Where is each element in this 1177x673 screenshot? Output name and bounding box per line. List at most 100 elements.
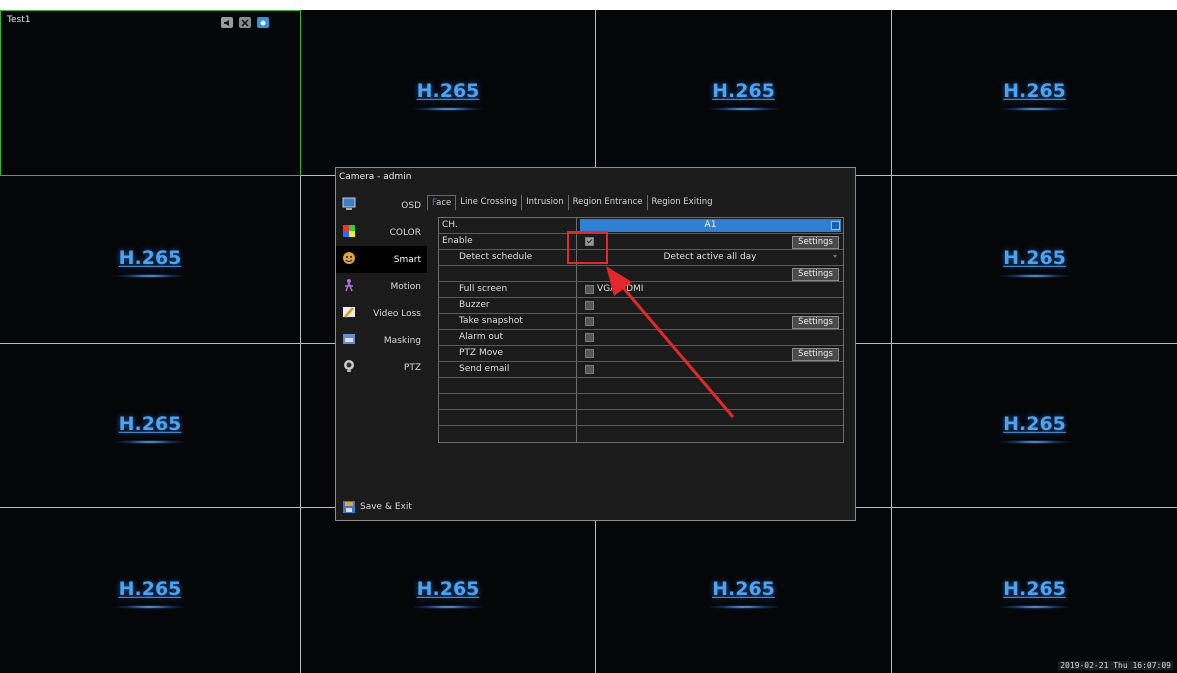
codec-logo: H.265 xyxy=(416,577,480,600)
sidebar-item-osd[interactable]: OSD xyxy=(336,192,427,219)
table-row-full-screen: Full screen VGA/HDMI xyxy=(439,282,843,298)
ptz-move-label: PTZ Move xyxy=(439,346,577,361)
smart-face-icon xyxy=(343,252,355,264)
camera-tile[interactable]: H.265 xyxy=(892,344,1177,508)
send-email-label: Send email xyxy=(439,362,577,377)
dialog-title: Camera - admin xyxy=(339,172,412,182)
smart-tabs: Face Line Crossing Intrusion Region Entr… xyxy=(427,195,717,210)
speaker-icon[interactable] xyxy=(221,17,233,28)
alarm-out-label: Alarm out xyxy=(439,330,577,345)
tab-label: Line Crossing xyxy=(460,197,518,207)
blank-label xyxy=(439,266,577,281)
masking-icon xyxy=(343,334,355,344)
tab-label: Region Exiting xyxy=(651,197,713,207)
empty-cell xyxy=(439,410,577,425)
send-email-checkbox[interactable] xyxy=(585,365,594,374)
ptz-move-checkbox[interactable] xyxy=(585,349,594,358)
schedule-settings-button[interactable]: Settings xyxy=(792,268,839,281)
codec-logo: H.265 xyxy=(1003,246,1066,269)
channel-label: CH. xyxy=(439,218,577,233)
chevron-down-icon xyxy=(833,255,837,258)
logo-glow xyxy=(708,106,779,111)
alarm-out-checkbox[interactable] xyxy=(585,333,594,342)
table-row-alarm-out: Alarm out xyxy=(439,330,843,346)
camera-tile[interactable]: H.265 xyxy=(0,176,301,344)
empty-cell xyxy=(439,394,577,409)
codec-logo: H.265 xyxy=(118,412,182,435)
monitor-icon xyxy=(342,197,356,210)
logo-glow xyxy=(413,106,483,111)
logo-glow xyxy=(115,604,185,609)
timestamp: 2019-02-21 Thu 16:07:09 xyxy=(1058,661,1173,670)
schedule-label: Detect schedule xyxy=(439,250,577,265)
tab-intrusion[interactable]: Intrusion xyxy=(522,195,569,210)
camera-tile[interactable]: H.265 xyxy=(596,508,892,673)
tab-region-entrance[interactable]: Region Entrance xyxy=(569,195,648,210)
table-row-ptz-move: PTZ Move Settings xyxy=(439,346,843,362)
logo-glow xyxy=(999,273,1070,278)
buzzer-checkbox[interactable] xyxy=(585,301,594,310)
codec-logo: H.265 xyxy=(118,246,182,269)
camera-tile[interactable]: H.265 2019-02-21 Thu 16:07:09 xyxy=(892,508,1177,673)
snapshot-settings-button[interactable]: Settings xyxy=(792,316,839,329)
tab-label: Region Entrance xyxy=(572,197,643,207)
table-row xyxy=(439,378,843,394)
camera-tile[interactable]: H.265 xyxy=(301,508,596,673)
snapshot-checkbox[interactable] xyxy=(585,317,594,326)
codec-logo: H.265 xyxy=(1003,412,1066,435)
codec-logo: H.265 xyxy=(1003,577,1066,600)
sidebar-item-label: Masking xyxy=(383,335,421,346)
camera-tile[interactable]: Test1 xyxy=(0,10,301,176)
full-screen-value: VGA/HDMI xyxy=(597,284,644,294)
sidebar: OSD COLOR Smart Motion Video Loss Maskin… xyxy=(336,192,427,381)
sidebar-item-video-loss[interactable]: Video Loss xyxy=(336,300,427,327)
color-palette-icon xyxy=(343,225,355,237)
ptz-icon xyxy=(344,360,354,372)
logo-glow xyxy=(115,273,185,278)
codec-logo: H.265 xyxy=(1003,79,1066,102)
channel-select[interactable]: A1 xyxy=(580,219,841,232)
table-row-blank: Settings xyxy=(439,266,843,282)
full-screen-checkbox[interactable] xyxy=(585,285,594,294)
save-exit-label: Save & Exit xyxy=(360,502,412,512)
camera-tile[interactable]: H.265 xyxy=(892,10,1177,176)
tab-region-exiting[interactable]: Region Exiting xyxy=(648,195,717,210)
close-icon[interactable] xyxy=(239,17,251,28)
camera-tile[interactable]: H.265 xyxy=(301,10,596,176)
logo-glow xyxy=(115,439,185,444)
codec-logo: H.265 xyxy=(712,79,775,102)
snapshot-label: Take snapshot xyxy=(439,314,577,329)
sidebar-item-masking[interactable]: Masking xyxy=(336,327,427,354)
camera-tile[interactable]: H.265 xyxy=(0,344,301,508)
codec-logo: H.265 xyxy=(712,577,775,600)
camera-tile[interactable]: H.265 xyxy=(892,176,1177,344)
codec-logo: H.265 xyxy=(416,79,480,102)
camera-settings-dialog: Camera - admin OSD COLOR Smart Motion Vi… xyxy=(335,167,856,521)
logo-glow xyxy=(999,439,1070,444)
table-row-buzzer: Buzzer xyxy=(439,298,843,314)
video-loss-icon xyxy=(343,307,355,318)
sidebar-item-smart[interactable]: Smart xyxy=(336,246,427,273)
save-exit-button[interactable]: Save & Exit xyxy=(336,498,427,516)
sidebar-item-motion[interactable]: Motion xyxy=(336,273,427,300)
enable-settings-button[interactable]: Settings xyxy=(792,236,839,249)
camera-tile[interactable]: H.265 xyxy=(596,10,892,176)
schedule-select[interactable]: Detect active all day xyxy=(577,250,843,265)
sidebar-item-label: COLOR xyxy=(389,227,421,238)
table-row-send-email: Send email xyxy=(439,362,843,378)
tab-line-crossing[interactable]: Line Crossing xyxy=(456,195,523,210)
camera-toolbar xyxy=(221,17,269,28)
ptz-move-settings-button[interactable]: Settings xyxy=(792,348,839,361)
enable-label: Enable xyxy=(439,234,577,249)
sidebar-item-color[interactable]: COLOR xyxy=(336,219,427,246)
sidebar-item-ptz[interactable]: PTZ xyxy=(336,354,427,381)
camera-tile[interactable]: H.265 xyxy=(0,508,301,673)
buzzer-label: Buzzer xyxy=(439,298,577,313)
camera-icon[interactable] xyxy=(257,17,269,28)
sidebar-item-label: Motion xyxy=(390,281,421,292)
face-settings-table: CH. A1 Enable Settings Detect schedule D… xyxy=(438,217,844,443)
table-row-snapshot: Take snapshot Settings xyxy=(439,314,843,330)
tab-face[interactable]: Face xyxy=(427,195,457,210)
table-row xyxy=(439,426,843,442)
tab-label: Intrusion xyxy=(526,197,564,207)
